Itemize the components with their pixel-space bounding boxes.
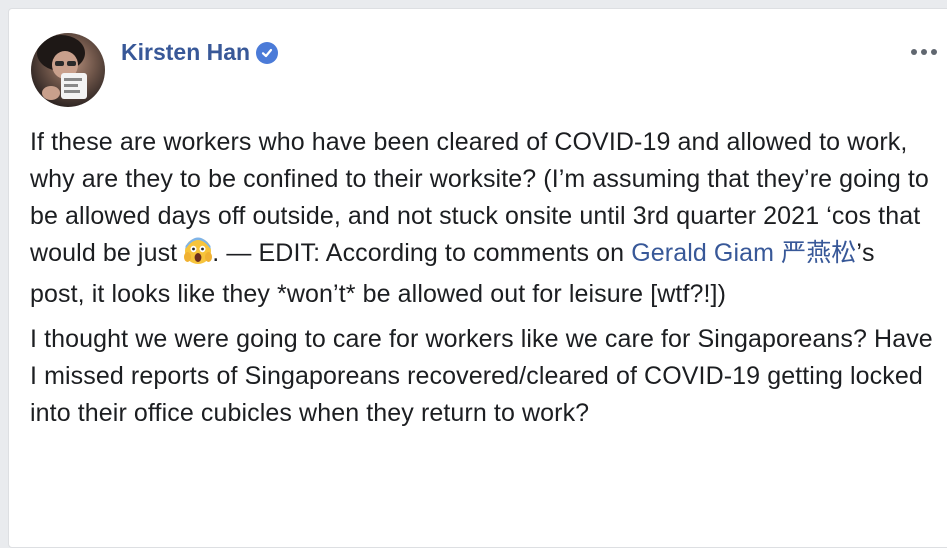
post-paragraph-1: If these are workers who have been clear… (30, 124, 935, 313)
screaming-face-emoji (184, 237, 213, 276)
dot (911, 49, 917, 55)
dot (931, 49, 937, 55)
paragraph-1-part2: . — EDIT: According to comments on (212, 239, 632, 267)
author-name[interactable]: Kirsten Han (121, 39, 250, 66)
post-paragraph-2: I thought we were going to care for work… (30, 325, 933, 427)
post-card: Kirsten Han If these are workers who hav… (8, 8, 947, 548)
avatar[interactable] (31, 33, 105, 107)
author-header: Kirsten Han (121, 39, 279, 66)
post-body: If these are workers who have been clear… (30, 124, 935, 440)
more-options-icon[interactable] (911, 49, 937, 55)
mention-link[interactable]: Gerald Giam 严燕松 (631, 239, 856, 267)
dot (921, 49, 927, 55)
verified-badge-icon (256, 41, 279, 64)
